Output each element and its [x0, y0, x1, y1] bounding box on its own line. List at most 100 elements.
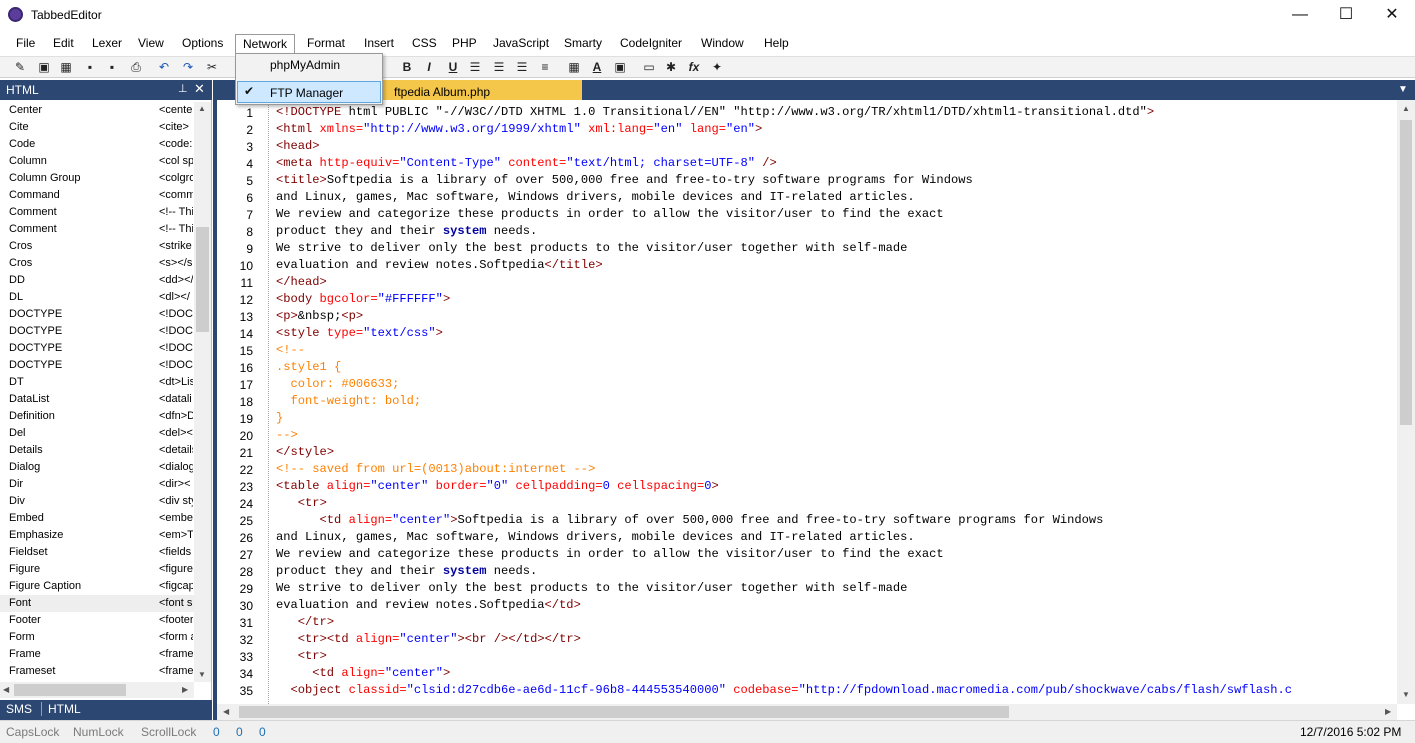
menu-lexer[interactable]: Lexer [90, 35, 124, 53]
snippet-item[interactable]: Definition <dfn>D [0, 408, 194, 425]
new-template-icon[interactable]: ▣ [36, 59, 52, 75]
snippet-item[interactable]: DL <dl></ [0, 289, 194, 306]
new-file-icon[interactable]: ✎ [12, 59, 28, 75]
snippet-item[interactable]: DOCTYPE <!DOC [0, 323, 194, 340]
scroll-up-icon[interactable]: ▲ [198, 104, 206, 113]
menu-file[interactable]: File [14, 35, 37, 53]
snippet-item[interactable]: Figure <figure [0, 561, 194, 578]
code-line[interactable]: <object classid="clsid:d27cdb6e-ae6d-11c… [276, 682, 1293, 699]
panel-close-icon[interactable]: ✕ [194, 81, 205, 97]
snippet-item[interactable]: Font <font s [0, 595, 194, 612]
code-line[interactable]: <body bgcolor="#FFFFFF"> [276, 291, 450, 308]
redo-icon[interactable]: ↷ [180, 59, 196, 75]
code-line[interactable]: </head> [276, 274, 327, 291]
menu-item-phpmyadmin[interactable]: phpMyAdmin [270, 58, 340, 72]
snippet-item[interactable]: Dialog <dialog [0, 459, 194, 476]
code-line[interactable]: color: #006633; [276, 376, 400, 393]
code-line[interactable]: and Linux, games, Mac software, Windows … [276, 529, 915, 546]
italic-icon[interactable]: I [421, 59, 437, 75]
scroll-left-icon[interactable]: ◀ [223, 707, 229, 716]
scroll-up-icon[interactable]: ▲ [1402, 104, 1410, 113]
code-line[interactable]: <table align="center" border="0" cellpad… [276, 478, 719, 495]
scroll-down-icon[interactable]: ▼ [1402, 690, 1410, 699]
minimize-button[interactable]: — [1277, 0, 1323, 30]
code-line[interactable]: <!-- [276, 342, 305, 359]
snippet-item[interactable]: DOCTYPE <!DOC [0, 340, 194, 357]
menu-item-ftp-manager[interactable]: ✔ FTP Manager [237, 81, 381, 103]
underline-icon[interactable]: U [445, 59, 461, 75]
code-line[interactable]: </style> [276, 444, 334, 461]
menu-codeigniter[interactable]: CodeIgniter [618, 35, 684, 53]
code-line[interactable]: product they and their system needs. [276, 223, 537, 240]
code-line[interactable]: <style type="text/css"> [276, 325, 443, 342]
snippet-item[interactable]: DT <dt>Lis [0, 374, 194, 391]
snippet-item[interactable]: Footer <footer [0, 612, 194, 629]
code-line[interactable]: <!DOCTYPE html PUBLIC "-//W3C//DTD XHTML… [276, 104, 1154, 121]
panel-horizontal-scrollbar[interactable]: ◀ ▶ [0, 682, 194, 698]
snippet-item[interactable]: Emphasize <em>T [0, 527, 194, 544]
snippet-item[interactable]: Details <details [0, 442, 194, 459]
comment-icon[interactable]: ▭ [641, 59, 657, 75]
code-line[interactable]: We review and categorize these products … [276, 206, 944, 223]
scroll-down-icon[interactable]: ▼ [198, 670, 206, 679]
menu-network[interactable]: Network [235, 34, 296, 55]
snippet-item[interactable]: Cros <s></s [0, 255, 194, 272]
menu-help[interactable]: Help [762, 35, 791, 53]
code-line[interactable]: font-weight: bold; [276, 393, 422, 410]
code-line[interactable]: <td align="center"> [276, 665, 450, 682]
snippet-item[interactable]: Dir <dir>< [0, 476, 194, 493]
snippet-item[interactable]: Column Group <colgro [0, 170, 194, 187]
snippet-item[interactable]: Center <cente [0, 102, 194, 119]
code-line[interactable]: <p>&nbsp;<p> [276, 308, 363, 325]
align-left-icon[interactable]: ☰ [467, 59, 483, 75]
code-line[interactable]: <meta http-equiv="Content-Type" content=… [276, 155, 777, 172]
menu-view[interactable]: View [136, 35, 166, 53]
code-line[interactable]: } [276, 410, 283, 427]
justify-icon[interactable]: ≡ [537, 59, 553, 75]
code-line[interactable]: We strive to deliver only the best produ… [276, 240, 907, 257]
editor-vertical-scrollbar[interactable]: ▲ ▼ [1397, 100, 1415, 704]
snippet-item[interactable]: Comment <!-- Thi [0, 221, 194, 238]
menu-php[interactable]: PHP [450, 35, 479, 53]
menu-window[interactable]: Window [699, 35, 746, 53]
code-line[interactable]: <tr> [276, 648, 327, 665]
snippet-item[interactable]: Form <form a [0, 629, 194, 646]
code-line[interactable]: evaluation and review notes.Softpedia</t… [276, 597, 581, 614]
menu-edit[interactable]: Edit [51, 35, 76, 53]
save-all-icon[interactable]: ▪ [104, 59, 120, 75]
code-line[interactable]: <html xmlns="http://www.w3.org/1999/xhtm… [276, 121, 762, 138]
code-line[interactable]: product they and their system needs. [276, 563, 537, 580]
snippet-item[interactable]: Comment <!-- Thi [0, 204, 194, 221]
menu-insert[interactable]: Insert [362, 35, 396, 53]
text-color-icon[interactable]: A [589, 59, 605, 75]
code-line[interactable]: <tr> [276, 495, 327, 512]
code-line[interactable]: We strive to deliver only the best produ… [276, 580, 907, 597]
pin-icon[interactable]: ⊥ [178, 82, 188, 95]
menu-javascript[interactable]: JavaScript [491, 35, 551, 53]
tools-icon[interactable]: ✱ [663, 59, 679, 75]
snippet-item[interactable]: DataList <datali [0, 391, 194, 408]
scroll-right-icon[interactable]: ▶ [1385, 707, 1391, 716]
align-right-icon[interactable]: ☰ [514, 59, 530, 75]
snippet-item[interactable]: Column <col sp [0, 153, 194, 170]
scroll-thumb[interactable] [196, 227, 209, 332]
code-line[interactable]: We review and categorize these products … [276, 546, 944, 563]
snippet-item[interactable]: DD <dd></ [0, 272, 194, 289]
snippet-item[interactable]: Fieldset <fields [0, 544, 194, 561]
snippet-item[interactable]: Cite <cite> [0, 119, 194, 136]
cut-icon[interactable]: ✂ [204, 59, 220, 75]
snippet-item[interactable]: Command <comm [0, 187, 194, 204]
scroll-thumb[interactable] [14, 684, 126, 696]
snippet-item[interactable]: Code <code: [0, 136, 194, 153]
menu-smarty[interactable]: Smarty [562, 35, 604, 53]
align-center-icon[interactable]: ☰ [491, 59, 507, 75]
code-line[interactable]: <head> [276, 138, 320, 155]
code-line[interactable]: and Linux, games, Mac software, Windows … [276, 189, 915, 206]
code-line[interactable]: <!-- saved from url=(0013)about:internet… [276, 461, 595, 478]
snippet-item[interactable]: DOCTYPE <!DOC [0, 306, 194, 323]
scroll-thumb[interactable] [1400, 120, 1412, 425]
close-button[interactable]: ✕ [1369, 0, 1415, 30]
snippet-item[interactable]: DOCTYPE <!DOC [0, 357, 194, 374]
scroll-right-icon[interactable]: ▶ [182, 685, 188, 694]
code-line[interactable]: </tr> [276, 614, 334, 631]
